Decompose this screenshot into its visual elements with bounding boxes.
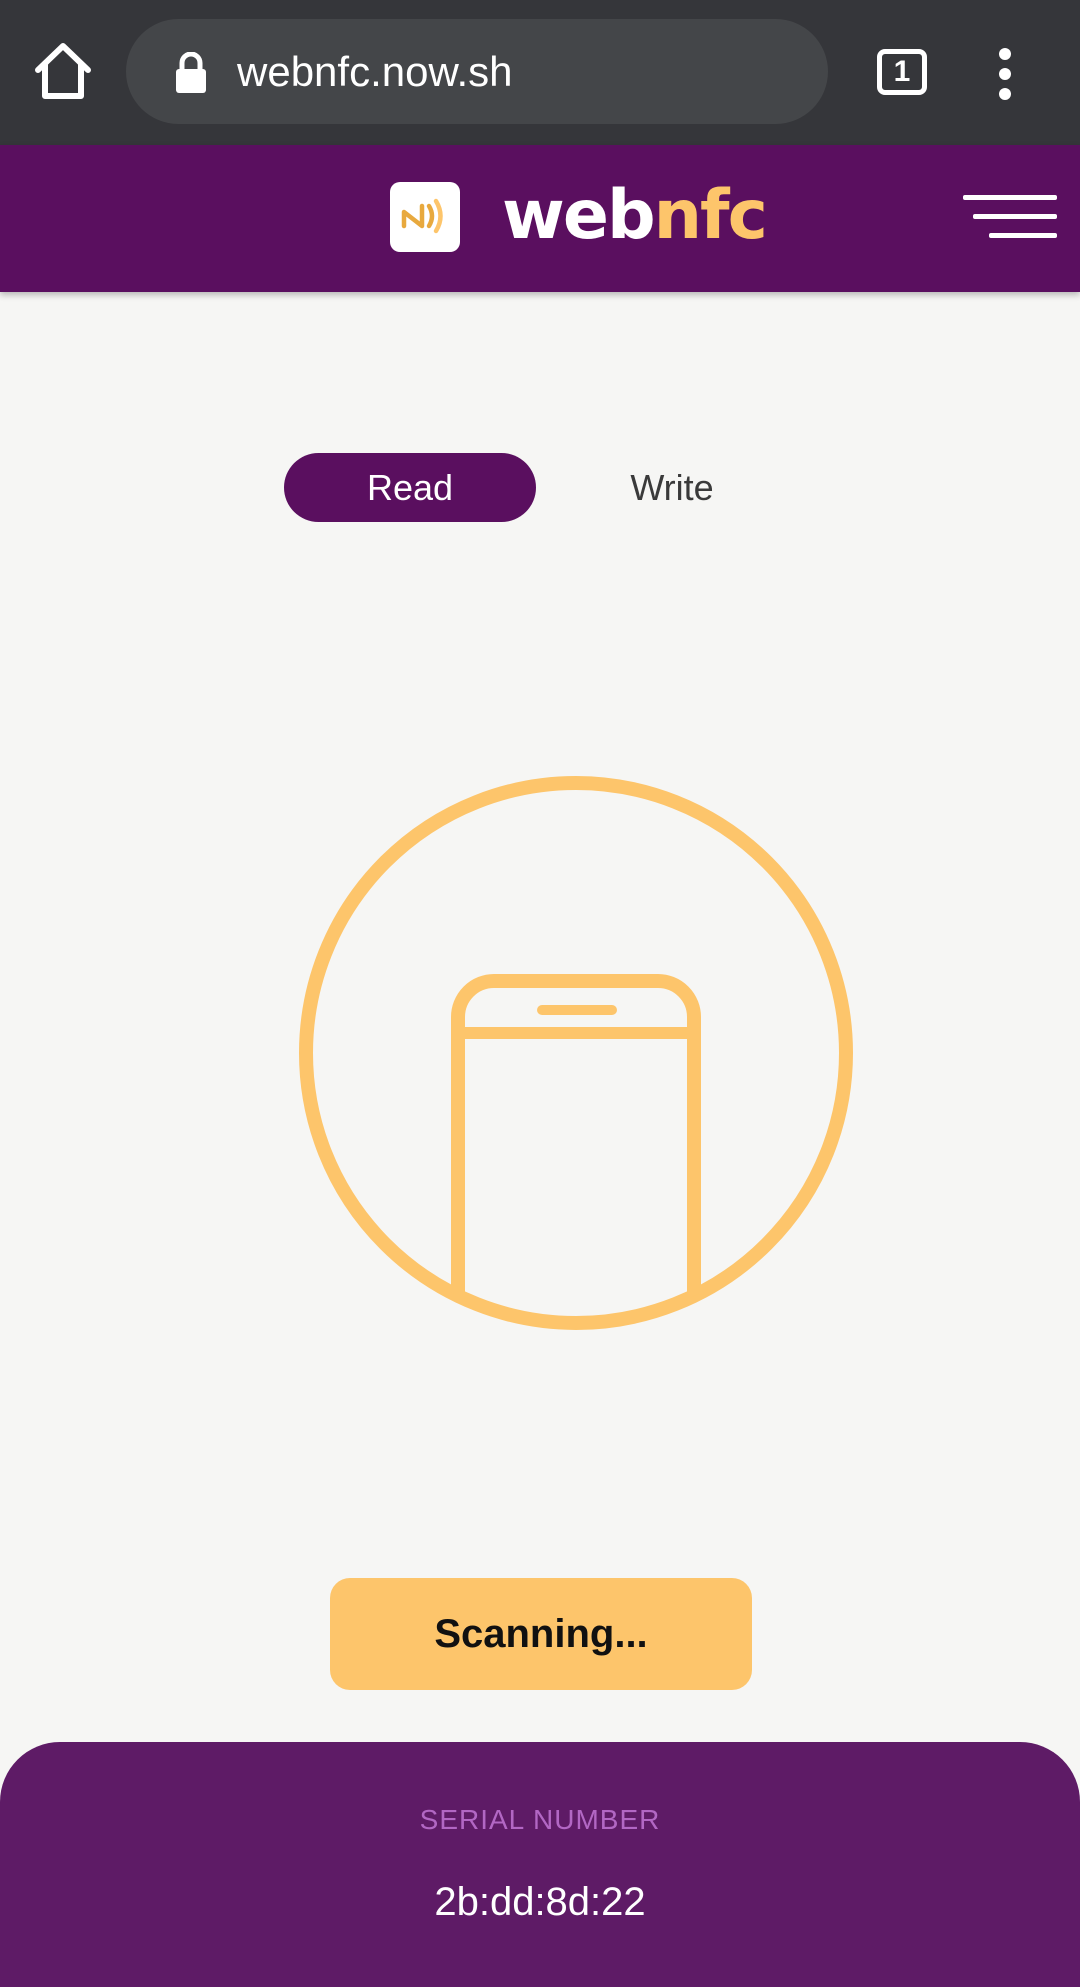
tab-write[interactable]: Write (600, 453, 744, 522)
hamburger-menu-icon[interactable] (963, 192, 1057, 242)
serial-number-value: 2b:dd:8d:22 (434, 1880, 646, 1924)
app-header: webnfc (0, 145, 1080, 292)
tab-read[interactable]: Read (284, 453, 536, 522)
nfc-logo-icon (390, 182, 460, 252)
scan-button[interactable]: Scanning... (330, 1578, 752, 1690)
logo-wordmark[interactable]: webnfc (502, 171, 768, 261)
home-icon[interactable] (30, 38, 96, 104)
address-bar[interactable]: webnfc.now.sh (126, 19, 828, 124)
serial-number-panel: SERIAL NUMBER 2b:dd:8d:22 (0, 1742, 1080, 1987)
tab-switcher-button[interactable]: 1 (877, 49, 927, 95)
phone-in-circle-icon (296, 773, 856, 1333)
serial-number-label: SERIAL NUMBER (419, 1804, 661, 1835)
logo-nfc-text: nfc (653, 176, 768, 255)
logo-web-text: web (502, 176, 656, 255)
lock-icon (174, 51, 208, 94)
browser-toolbar: webnfc.now.sh 1 (0, 0, 1080, 145)
url-text: webnfc.now.sh (237, 48, 513, 95)
more-vert-icon[interactable] (990, 46, 1020, 102)
